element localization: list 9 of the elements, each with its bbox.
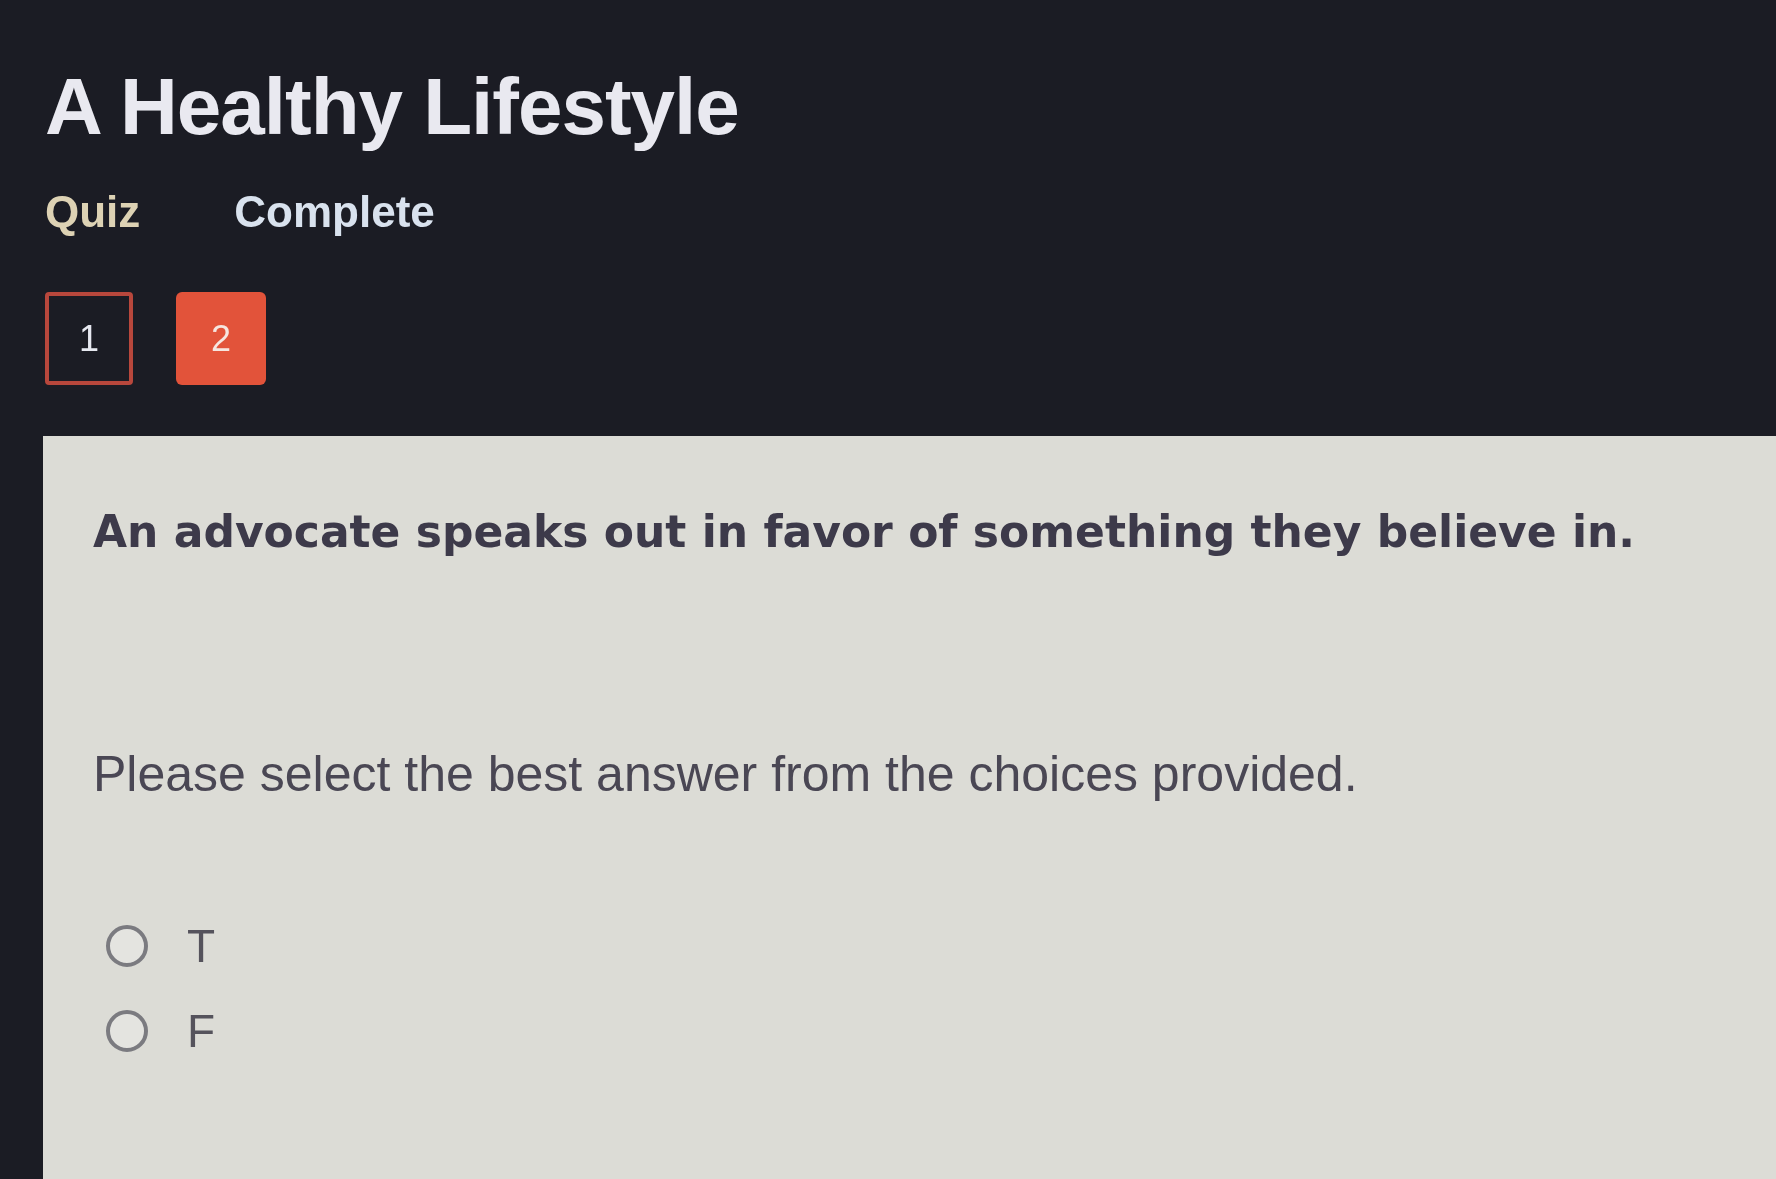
status-label: Complete bbox=[234, 190, 435, 234]
choice-label: F bbox=[187, 1007, 216, 1054]
question-text: An advocate speaks out in favor of something they believe in. bbox=[93, 506, 1636, 559]
instruction-text: Please select the best answer from the choices provided. bbox=[93, 744, 1358, 804]
radio-button[interactable] bbox=[106, 1009, 148, 1052]
activity-type-label: Quiz bbox=[45, 190, 141, 234]
choice-label: T bbox=[187, 922, 216, 969]
question-number-button[interactable]: 1 bbox=[45, 292, 133, 385]
radio-button[interactable] bbox=[106, 924, 148, 967]
